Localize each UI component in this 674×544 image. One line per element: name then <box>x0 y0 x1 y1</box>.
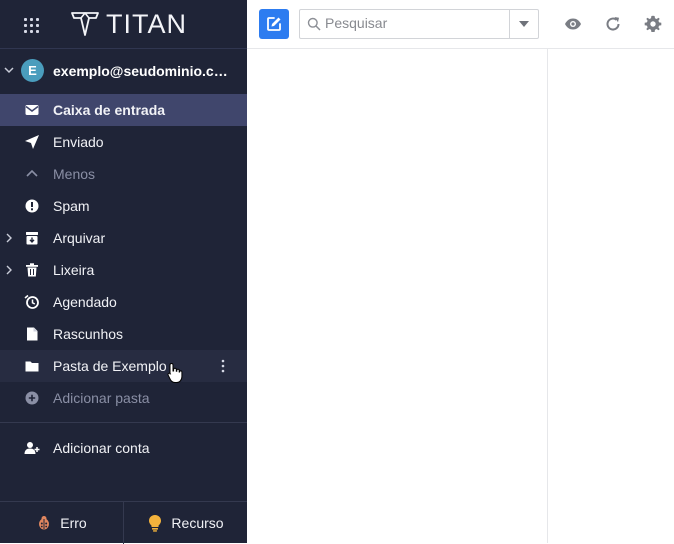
account-row[interactable]: E exemplo@seudominio.com <box>0 56 247 86</box>
sidebar-item-inbox[interactable]: Caixa de entrada <box>0 94 247 126</box>
brand-name: TITAN <box>106 8 187 39</box>
sidebar-item-sent[interactable]: Enviado <box>0 126 247 158</box>
brand-header: TITAN <box>0 0 247 49</box>
titan-logo: TITAN <box>70 8 187 39</box>
feature-request-button[interactable]: Recurso <box>123 502 247 544</box>
chevron-down-icon[interactable] <box>4 65 14 75</box>
sidebar-item-label: Lixeira <box>53 262 95 278</box>
search-box <box>299 9 539 39</box>
apps-grid-icon[interactable] <box>23 17 41 35</box>
more-options-icon[interactable] <box>220 357 226 375</box>
trash-icon <box>26 263 38 277</box>
add-user-icon <box>24 442 40 454</box>
report-bug-button[interactable]: Erro <box>0 502 123 544</box>
sidebar: TITAN E exemplo@seudominio.com Caixa de … <box>0 0 247 544</box>
alert-circle-icon <box>25 199 39 213</box>
feature-label: Recurso <box>171 515 224 531</box>
paper-plane-icon <box>25 135 39 149</box>
sidebar-item-label: Caixa de entrada <box>53 102 166 118</box>
compose-icon <box>267 17 281 31</box>
main-toolbar <box>247 0 674 49</box>
sidebar-item-scheduled[interactable]: Agendado <box>0 286 247 318</box>
sidebar-item-trash[interactable]: Lixeira <box>0 254 247 286</box>
sidebar-item-label: Menos <box>53 166 96 182</box>
refresh-icon[interactable] <box>604 15 622 33</box>
sidebar-item-drafts[interactable]: Rascunhos <box>0 318 247 350</box>
sidebar-footer: Erro Recurso <box>0 501 247 544</box>
chevron-right-icon[interactable] <box>5 265 13 275</box>
sidebar-divider <box>0 422 247 423</box>
bug-icon <box>39 516 50 530</box>
sidebar-item-less[interactable]: Menos <box>0 158 247 190</box>
eye-icon[interactable] <box>564 15 582 33</box>
avatar: E <box>21 59 44 82</box>
search-options-dropdown[interactable] <box>509 10 538 38</box>
chevron-up-icon <box>26 169 38 177</box>
message-list-pane <box>247 49 548 543</box>
draft-icon <box>27 327 38 341</box>
clock-icon <box>24 294 39 309</box>
envelope-icon <box>25 105 39 115</box>
add-account-label: Adicionar conta <box>53 440 150 456</box>
chevron-right-icon[interactable] <box>5 233 13 243</box>
sidebar-item-example-folder[interactable]: Pasta de Exemplo <box>0 350 247 382</box>
archive-icon <box>26 232 38 245</box>
titan-logo-icon <box>71 12 99 36</box>
sidebar-item-label: Rascunhos <box>53 326 124 342</box>
sidebar-item-label: Adicionar pasta <box>53 390 150 406</box>
folder-icon <box>25 361 39 372</box>
add-account-button[interactable]: Adicionar conta <box>0 432 247 464</box>
sidebar-item-label: Enviado <box>53 134 104 150</box>
sidebar-item-label: Pasta de Exemplo <box>53 358 167 374</box>
sidebar-item-archive[interactable]: Arquivar <box>0 222 247 254</box>
bug-label: Erro <box>60 515 87 531</box>
sidebar-item-label: Spam <box>53 198 90 214</box>
account-email: exemplo@seudominio.com <box>53 63 233 79</box>
sidebar-item-label: Arquivar <box>53 230 106 246</box>
sidebar-item-spam[interactable]: Spam <box>0 190 247 222</box>
reading-pane <box>548 49 674 543</box>
search-input[interactable] <box>325 13 505 33</box>
sidebar-item-add-folder[interactable]: Adicionar pasta <box>0 382 247 414</box>
search-icon <box>307 17 321 31</box>
gear-icon[interactable] <box>644 15 662 33</box>
sidebar-item-label: Agendado <box>53 294 117 310</box>
compose-button[interactable] <box>259 9 289 39</box>
lightbulb-icon <box>149 515 162 532</box>
plus-circle-icon <box>25 391 39 405</box>
caret-down-icon <box>519 21 529 27</box>
